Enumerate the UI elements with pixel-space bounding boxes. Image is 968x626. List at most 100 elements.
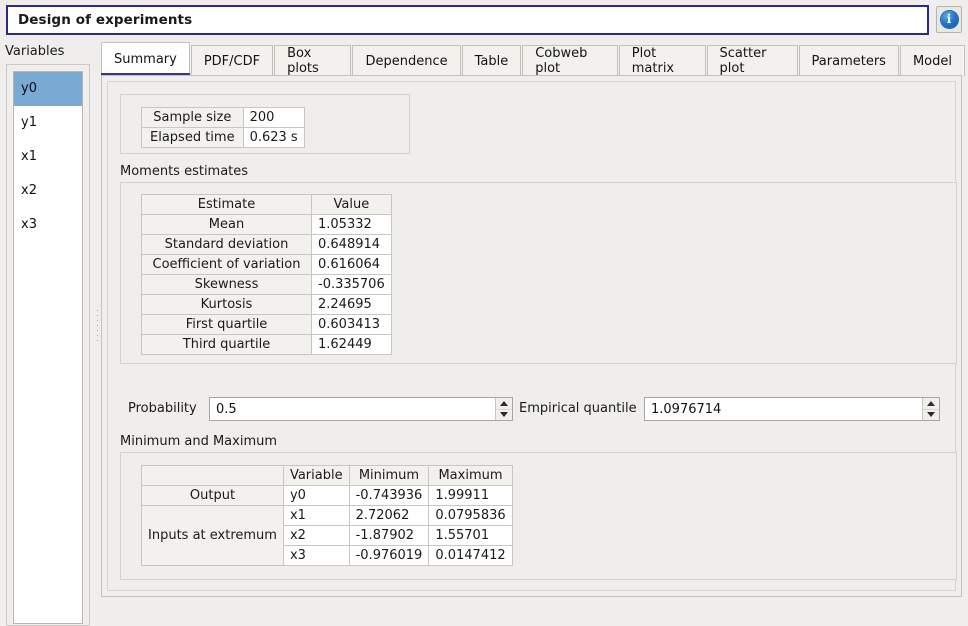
moments-value-cell: 1.05332 [311,214,392,235]
minmax-table: Variable Minimum Maximum Output y0 -0.743936 1… [141,465,513,566]
minmax-maximum-cell: 1.99911 [428,485,513,506]
variable-item-label: x3 [21,217,37,232]
minmax-minimum-cell: -0.743936 [348,485,430,506]
info-value-cell: 200 [242,107,305,128]
minmax-header-cell: Minimum [348,465,430,486]
minmax-header-cell: Variable [282,465,350,486]
minmax-variable-cell: x3 [282,545,350,566]
probability-label: Probability [128,401,197,416]
tab-summary[interactable]: Summary [101,42,190,76]
variables-panel: Variables y0 y1 x1 x2 x3 [0,40,94,626]
tab-scatter-plot[interactable]: Scatter plot [706,45,798,76]
minmax-corner-cell [141,465,284,486]
empirical-quantile-input[interactable]: 1.0976714 [645,398,922,420]
moments-estimate-cell: Coefficient of variation [141,254,312,275]
table-row: Coefficient of variation 0.616064 [141,254,392,275]
moments-value-cell: 0.616064 [311,254,392,275]
minmax-group-inputs-cell: Inputs at extremum [141,505,284,566]
moments-estimate-cell: Mean [141,214,312,235]
quantile-field-row: Probability 0.5 Empirical quantile 1.097… [108,397,957,423]
panel-splitter[interactable] [94,44,101,600]
moments-estimate-cell: Kurtosis [141,294,312,315]
moments-header-cell: Value [311,194,392,215]
table-header-row: Variable Minimum Maximum [141,465,513,486]
moments-section-label: Moments estimates [120,164,249,179]
minmax-minimum-cell: -0.976019 [348,545,430,566]
variable-item-x2[interactable]: x2 [14,174,82,208]
tab-label: Parameters [811,53,886,69]
tab-dependence[interactable]: Dependence [352,45,461,76]
minmax-variable-cell: x2 [282,525,350,546]
empirical-quantile-spinbox[interactable]: 1.0976714 [644,397,940,421]
table-row: Third quartile 1.62449 [141,334,392,355]
info-key-cell: Elapsed time [141,127,244,148]
window-title-field[interactable]: Design of experiments [6,5,929,35]
tab-label: Plot matrix [631,46,675,76]
moments-value-cell: 2.24695 [311,294,392,315]
table-row: Kurtosis 2.24695 [141,294,392,315]
moments-estimate-cell: Skewness [141,274,312,295]
tab-label: PDF/CDF [203,53,261,69]
moments-groupbox: Estimate Value Mean 1.05332 Standard deviati… [120,182,957,364]
tab-parameters[interactable]: Parameters [798,45,899,76]
variable-item-label: y0 [21,81,37,96]
variables-label: Variables [5,44,65,59]
variables-list[interactable]: y0 y1 x1 x2 x3 [13,71,83,624]
minmax-section-label: Minimum and Maximum [120,434,278,449]
summary-tab-content: Sample size 200 Elapsed time 0.623 s Moment… [107,81,957,591]
tab-label: Cobweb plot [535,46,588,76]
tab-label: Dependence [365,53,448,69]
variable-item-y1[interactable]: y1 [14,106,82,140]
probability-step-down-icon[interactable] [496,410,512,421]
tab-plot-matrix[interactable]: Plot matrix [618,45,706,76]
tab-label: Model [912,53,952,69]
info-key-cell: Sample size [141,107,244,128]
info-value-cell: 0.623 s [242,127,305,148]
variable-item-y0[interactable]: y0 [14,72,82,106]
table-row: Standard deviation 0.648914 [141,234,392,255]
moments-estimate-cell: Standard deviation [141,234,312,255]
moments-table: Estimate Value Mean 1.05332 Standard deviati… [141,194,392,355]
variable-item-x1[interactable]: x1 [14,140,82,174]
moments-value-cell: 0.648914 [311,234,392,255]
tab-box-plots[interactable]: Box plots [274,45,352,76]
minmax-variable-cell: x1 [282,505,350,526]
title-bar: Design of experiments i [0,0,968,40]
table-row: Inputs at extremum x1 2.72062 0.0795836 [141,505,513,566]
tab-table[interactable]: Table [461,45,522,76]
table-row: Sample size 200 [141,107,305,128]
minmax-groupbox: Variable Minimum Maximum Output y0 -0.743936 1… [120,452,957,580]
sample-info-table: Sample size 200 Elapsed time 0.623 s [141,107,305,148]
variable-item-label: x1 [21,149,37,164]
empirical-quantile-stepper[interactable] [922,398,939,420]
page-title: Design of experiments [18,12,193,28]
probability-step-up-icon[interactable] [496,398,512,410]
probability-stepper[interactable] [495,398,512,420]
moments-value-cell: 1.62449 [311,334,392,355]
tab-bar: Summary PDF/CDF Box plots Dependence Table Co… [101,42,966,76]
minmax-header-cell: Maximum [428,465,513,486]
sample-info-groupbox: Sample size 200 Elapsed time 0.623 s [120,94,410,154]
tab-cobweb-plot[interactable]: Cobweb plot [522,45,618,76]
table-row: Output y0 -0.743936 1.99911 [141,485,513,506]
probability-input[interactable]: 0.5 [210,398,495,420]
splitter-grip-icon [97,310,98,342]
empirical-quantile-step-up-icon[interactable] [923,398,939,410]
moments-value-cell: 0.603413 [311,314,392,335]
table-row: First quartile 0.603413 [141,314,392,335]
minmax-minimum-cell: 2.72062 [348,505,430,526]
tab-label: Scatter plot [719,46,767,76]
probability-spinbox[interactable]: 0.5 [209,397,513,421]
tab-pdf-cdf[interactable]: PDF/CDF [190,45,274,76]
tab-content-panel: Sample size 200 Elapsed time 0.623 s Moment… [101,75,962,597]
info-button[interactable]: i [936,6,962,33]
variable-item-x3[interactable]: x3 [14,208,82,242]
minmax-group-output-cell: Output [141,485,284,506]
moments-value-cell: -0.335706 [311,274,392,295]
tab-model[interactable]: Model [899,45,965,76]
table-header-row: Estimate Value [141,194,392,215]
tab-label: Box plots [287,46,319,76]
minmax-maximum-cell: 0.0795836 [428,505,513,526]
empirical-quantile-step-down-icon[interactable] [923,410,939,421]
tab-label: Table [474,53,509,69]
